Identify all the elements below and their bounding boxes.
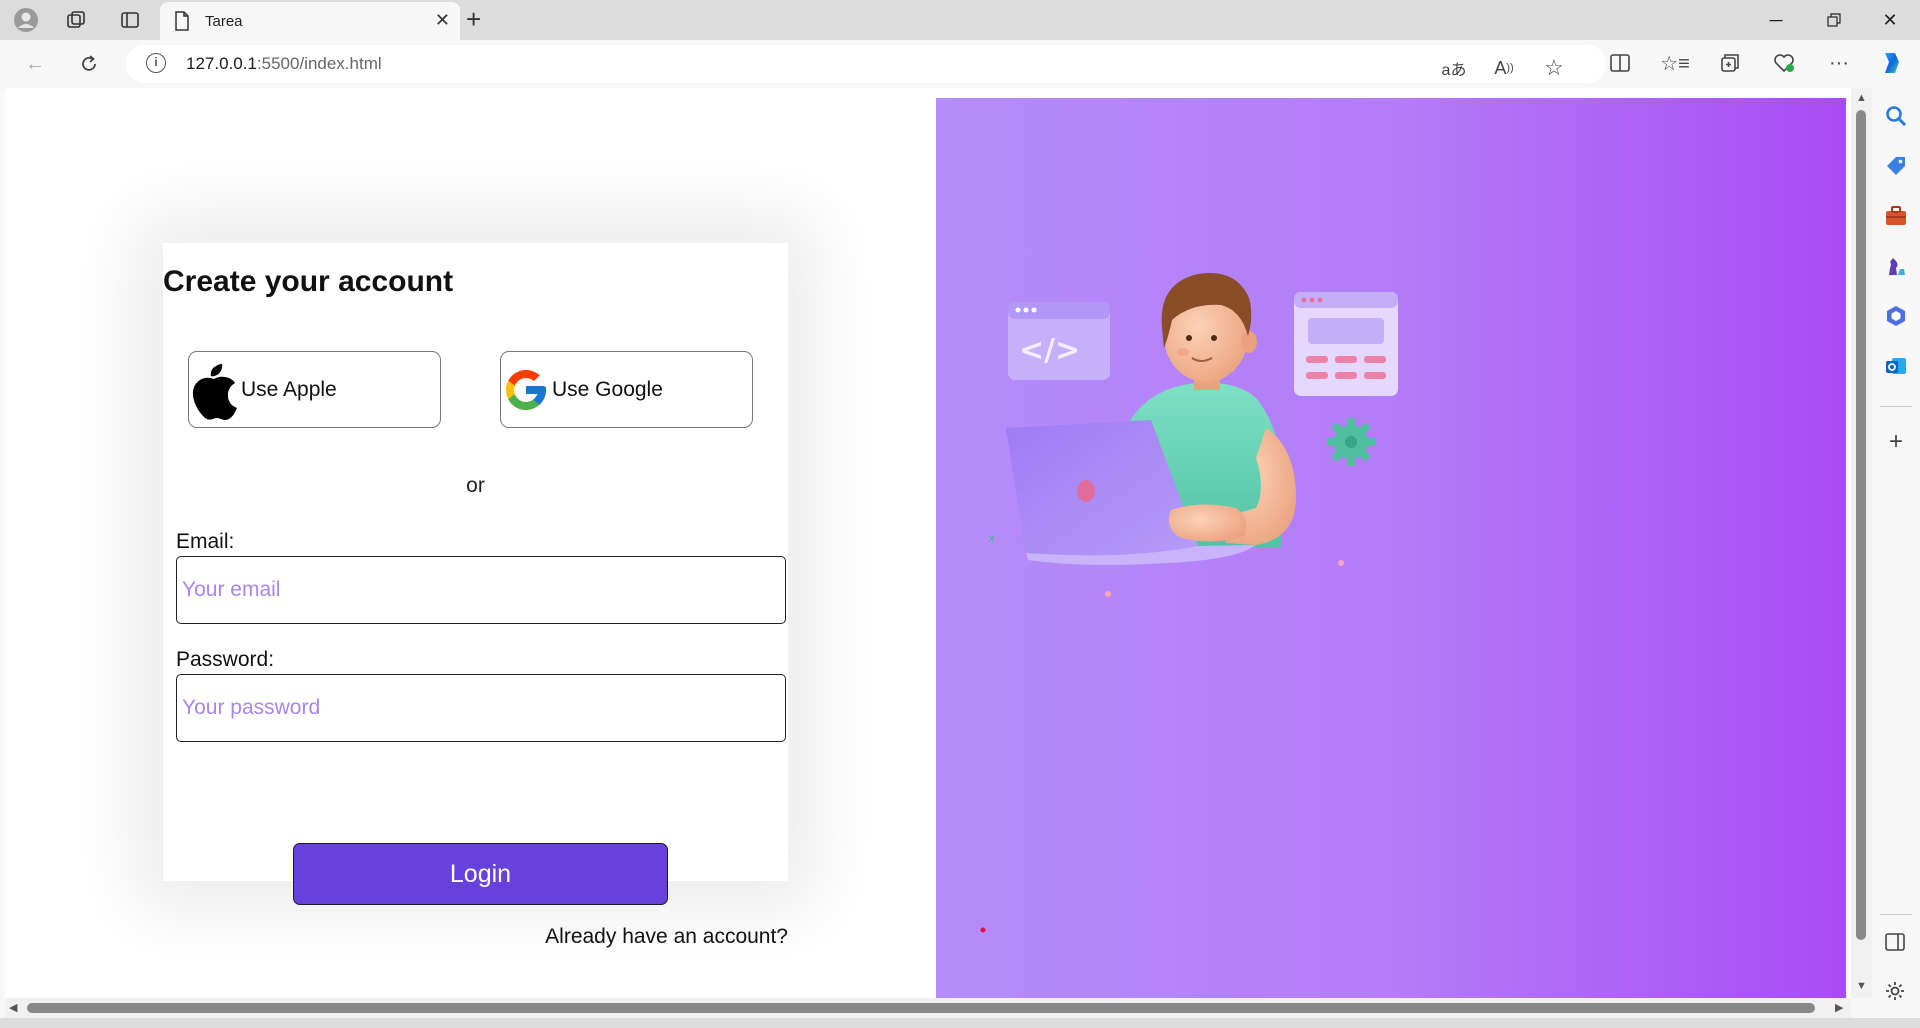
browser-essentials-icon[interactable]	[1770, 49, 1798, 77]
developer-illustration: </> x	[980, 273, 1398, 933]
google-button-label: Use Google	[552, 377, 663, 401]
favorite-icon[interactable]: ☆	[1540, 54, 1568, 82]
new-tab-icon[interactable]: +	[466, 4, 481, 35]
email-field[interactable]	[176, 556, 786, 624]
back-icon[interactable]: ←	[20, 50, 50, 78]
window-close-button[interactable]: ✕	[1870, 6, 1910, 34]
hand-graphic	[1168, 504, 1247, 542]
page-viewport: Create your account Use Apple Use Google…	[5, 88, 1851, 998]
email-label: Email:	[176, 530, 235, 553]
restore-button[interactable]	[1814, 6, 1854, 34]
profile-icon[interactable]	[12, 6, 40, 34]
url-field[interactable]: i 127.0.0.1:5500/index.html aあ A)) ☆	[126, 45, 1606, 83]
settings-icon[interactable]	[1884, 980, 1908, 1004]
outlook-icon[interactable]	[1884, 354, 1908, 378]
window-bottom-edge	[0, 1018, 1920, 1028]
split-screen-icon[interactable]	[1606, 49, 1634, 77]
address-bar: ← i 127.0.0.1:5500/index.html aあ A)) ☆ ☆…	[0, 40, 1920, 88]
tools-icon[interactable]	[1884, 204, 1908, 228]
url-text: 127.0.0.1:5500/index.html	[186, 54, 382, 73]
scroll-down-icon[interactable]: ▼	[1856, 980, 1867, 992]
signup-card: Create your account Use Apple Use Google…	[163, 243, 788, 948]
refresh-icon[interactable]	[74, 50, 104, 78]
active-tab[interactable]: Tarea ✕	[160, 2, 460, 40]
password-label: Password:	[176, 648, 275, 671]
illustration-panel: </> x	[936, 98, 1846, 998]
read-aloud-icon[interactable]: A))	[1490, 54, 1518, 82]
collections-icon[interactable]	[1716, 49, 1744, 77]
microsoft-365-icon[interactable]	[1884, 304, 1908, 328]
or-divider-text: or	[466, 474, 485, 497]
apple-icon	[189, 360, 239, 420]
games-icon[interactable]	[1884, 254, 1908, 278]
particle-mark: x	[988, 531, 995, 545]
particle-dot	[980, 927, 986, 933]
scroll-up-icon[interactable]: ▲	[1856, 92, 1867, 104]
info-icon[interactable]: i	[146, 53, 166, 73]
layout-window-graphic	[1294, 292, 1398, 396]
already-have-account-link[interactable]: Already have an account?	[545, 925, 788, 949]
particle-dot	[1338, 560, 1344, 566]
apple-button-label: Use Apple	[241, 377, 337, 401]
page-icon	[174, 11, 190, 36]
tab-title: Tarea	[205, 13, 243, 30]
particle-dot	[1105, 591, 1111, 597]
page-title: Create your account	[163, 265, 454, 298]
shopping-icon[interactable]	[1884, 154, 1908, 178]
login-button[interactable]: Login	[293, 843, 668, 905]
horizontal-scroll-thumb[interactable]	[27, 1003, 1815, 1013]
svg-text:</>: </>	[1019, 333, 1080, 368]
scroll-right-icon[interactable]: ▶	[1835, 1001, 1843, 1014]
code-window-graphic: </>	[1008, 302, 1110, 380]
more-icon[interactable]: ···	[1825, 49, 1853, 77]
minimize-button[interactable]: ─	[1756, 6, 1796, 34]
workspaces-icon[interactable]	[62, 6, 90, 34]
vertical-scroll-thumb[interactable]	[1856, 110, 1866, 940]
tab-bar: Tarea ✕ + ─ ✕	[0, 0, 1920, 40]
vertical-scrollbar[interactable]: ▲ ▼	[1851, 88, 1872, 998]
scroll-left-icon[interactable]: ◀	[9, 1001, 17, 1014]
tab-actions-icon[interactable]	[116, 6, 144, 34]
gear-icon	[1327, 418, 1375, 466]
favorites-icon[interactable]: ☆≡	[1660, 49, 1690, 77]
sidebar-toggle-icon[interactable]	[1884, 931, 1908, 955]
edge-sidebar: +	[1872, 88, 1920, 1028]
google-icon	[502, 366, 550, 414]
search-icon[interactable]	[1884, 104, 1908, 128]
horizontal-scrollbar[interactable]: ◀ ▶	[5, 998, 1851, 1018]
google-signin-button[interactable]: Use Google	[500, 351, 753, 428]
translate-icon[interactable]: aあ	[1440, 54, 1468, 82]
password-field[interactable]	[176, 674, 786, 742]
add-icon[interactable]: +	[1884, 430, 1908, 454]
copilot-icon[interactable]	[1878, 49, 1906, 77]
close-icon[interactable]: ✕	[435, 10, 450, 31]
apple-signin-button[interactable]: Use Apple	[188, 351, 441, 428]
